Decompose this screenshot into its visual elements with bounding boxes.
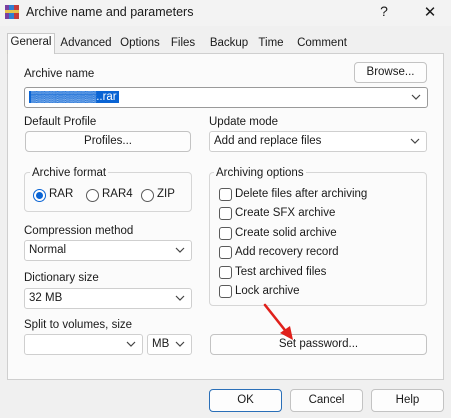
update-mode-value: Add and replace files <box>214 135 322 147</box>
set-password-button[interactable]: Set password... <box>210 334 427 355</box>
tab-general[interactable]: General <box>7 33 55 54</box>
test-files-label: Test archived files <box>235 266 327 278</box>
checkbox-create-sfx[interactable] <box>219 207 232 220</box>
default-profile-label: Default Profile <box>24 116 97 128</box>
chevron-down-icon[interactable] <box>411 91 421 103</box>
tab-backup[interactable]: Backup <box>207 35 251 53</box>
browse-button[interactable]: Browse... <box>354 62 427 83</box>
lock-archive-label: Lock archive <box>235 285 300 297</box>
red-arrow-annotation <box>263 303 293 340</box>
radio-zip[interactable] <box>141 189 154 202</box>
split-volumes-unit-select[interactable]: MB <box>147 334 192 355</box>
chevron-down-icon[interactable] <box>175 338 185 350</box>
chevron-down-icon[interactable] <box>126 338 136 350</box>
split-volumes-label: Split to volumes, size <box>24 319 133 331</box>
compression-method-value: Normal <box>29 244 67 256</box>
chevron-down-icon[interactable] <box>410 135 420 147</box>
chevron-down-icon[interactable] <box>175 244 185 256</box>
compression-method-label: Compression method <box>24 225 134 237</box>
checkbox-delete-files[interactable] <box>219 188 232 201</box>
profiles-button[interactable]: Profiles... <box>25 131 191 152</box>
radio-rar4[interactable] <box>86 189 99 202</box>
delete-files-label: Delete files after archiving <box>235 188 368 200</box>
radio-rar4-label: RAR4 <box>102 188 133 200</box>
compression-method-select[interactable]: Normal <box>24 240 192 261</box>
checkbox-test-files[interactable] <box>219 266 232 279</box>
checkbox-lock-archive[interactable] <box>219 285 232 298</box>
dictionary-size-select[interactable]: 32 MB <box>24 288 192 309</box>
close-window-button[interactable]: ✕ <box>418 3 442 23</box>
tab-comment[interactable]: Comment <box>296 35 348 53</box>
dictionary-size-label: Dictionary size <box>24 272 99 284</box>
radio-rar-label: RAR <box>49 188 74 200</box>
help-question-button[interactable]: ? <box>372 3 396 23</box>
radio-rar[interactable] <box>33 189 46 202</box>
checkbox-add-recovery[interactable] <box>219 246 232 259</box>
tab-options[interactable]: Options <box>118 35 162 53</box>
archive-name-field[interactable]: ▒▒▒▒▒▒▒▒..rar <box>24 87 428 108</box>
winrar-app-icon <box>5 5 19 19</box>
tab-time[interactable]: Time <box>256 35 286 53</box>
create-sfx-label: Create SFX archive <box>235 207 336 219</box>
tab-files[interactable]: Files <box>167 35 199 53</box>
update-mode-label: Update mode <box>209 116 279 128</box>
update-mode-select[interactable]: Add and replace files <box>209 131 427 152</box>
title-bar: Archive name and parameters ? ✕ <box>0 0 451 26</box>
split-volumes-size-input[interactable] <box>24 334 143 355</box>
cancel-button[interactable]: Cancel <box>290 389 363 412</box>
help-button[interactable]: Help <box>371 389 444 412</box>
chevron-down-icon[interactable] <box>175 292 185 304</box>
window-title: Archive name and parameters <box>26 5 194 19</box>
archive-name-selected-text: ▒▒▒▒▒▒▒▒..rar <box>29 91 119 103</box>
archive-format-label: Archive format <box>30 167 109 179</box>
archiving-options-label: Archiving options <box>214 167 306 179</box>
ok-button[interactable]: OK <box>209 389 282 412</box>
radio-zip-label: ZIP <box>157 188 175 200</box>
checkbox-create-solid[interactable] <box>219 227 232 240</box>
archive-name-label: Archive name <box>24 68 95 80</box>
tab-advanced[interactable]: Advanced <box>59 35 113 53</box>
split-volumes-unit-value: MB <box>152 338 170 350</box>
dictionary-size-value: 32 MB <box>29 292 63 304</box>
add-recovery-label: Add recovery record <box>235 246 339 258</box>
create-solid-label: Create solid archive <box>235 227 337 239</box>
